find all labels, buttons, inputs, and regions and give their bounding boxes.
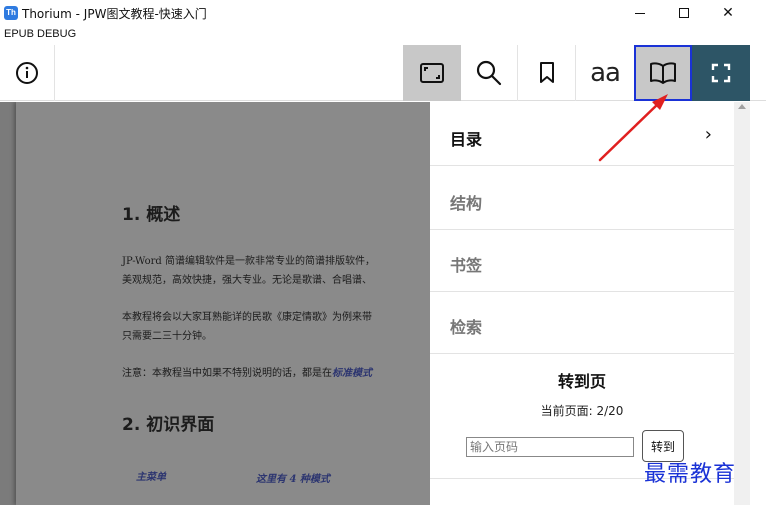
- search-icon: [476, 60, 502, 86]
- minimize-button[interactable]: [618, 0, 662, 26]
- fit-page-button[interactable]: [403, 45, 461, 101]
- paragraph-1-line-2: 美观规范，高效快捷，强大专业。无论是歌谱、合唱谱、: [122, 275, 372, 286]
- paragraph-3: 注意：本教程当中如果不特别说明的话，都是在标准模式: [122, 364, 372, 379]
- paragraph-1-line-1: JP-Word 简谱编辑软件是一款非常专业的简谱排版软件，: [122, 256, 376, 267]
- panel-item-label: 书签: [450, 256, 483, 275]
- window-title: Thorium - JPW图文教程-快速入门: [22, 7, 207, 21]
- page-number-input[interactable]: [466, 437, 634, 457]
- section-2-heading: 2. 初识界面: [122, 415, 215, 435]
- thorium-app-icon: Th: [4, 6, 18, 20]
- close-icon: ✕: [722, 5, 734, 21]
- paragraph-3-text: 注意：本教程当中如果不特别说明的话，都是在: [122, 368, 332, 379]
- paragraph-2-line-2: 只需要二三十分钟。: [122, 331, 212, 342]
- panel-item-label: 结构: [450, 194, 483, 213]
- document-page: 1. 概述 JP-Word 简谱编辑软件是一款非常专业的简谱排版软件， 美观规范…: [16, 102, 430, 505]
- bookmark-icon: [539, 62, 554, 83]
- info-button[interactable]: [0, 45, 55, 101]
- watermark-text: 最需教育: [644, 462, 737, 487]
- title-bar: Th Thorium - JPW图文教程-快速入门 ✕: [0, 0, 766, 26]
- caption-main-menu: 主菜单: [136, 472, 166, 483]
- goto-page-title: 转到页: [557, 372, 606, 391]
- navigation-panel: 目录 › 结构 书签 检索 转到页 当前页面: 2/20 转到: [430, 102, 734, 505]
- fit-page-icon: [420, 63, 444, 83]
- epub-debug-menu[interactable]: EPUB DEBUG: [4, 28, 76, 40]
- search-button[interactable]: [461, 45, 518, 101]
- scroll-up-arrow-icon[interactable]: [738, 104, 746, 109]
- fullscreen-icon: [711, 63, 731, 83]
- bookmark-button[interactable]: [518, 45, 576, 101]
- maximize-icon: [679, 8, 689, 18]
- current-page-indicator: 当前页面: 2/20: [540, 404, 624, 418]
- section-1-heading: 1. 概述: [122, 205, 181, 225]
- panel-item-search[interactable]: 检索: [430, 292, 734, 354]
- annotation-arrow-icon: [598, 94, 668, 162]
- fullscreen-button[interactable]: [692, 45, 750, 101]
- close-button[interactable]: ✕: [706, 0, 750, 26]
- panel-item-structure[interactable]: 结构: [430, 168, 734, 230]
- paragraph-2-line-1: 本教程将会以大家耳熟能详的民歌《康定情歌》为例来带: [122, 312, 372, 323]
- panel-item-toc[interactable]: 目录 ›: [430, 104, 734, 166]
- right-gutter: [750, 102, 766, 505]
- reader-view[interactable]: 1. 概述 JP-Word 简谱编辑软件是一款非常专业的简谱排版软件， 美观规范…: [0, 102, 430, 505]
- caption-modes: 这里有 4 种模式: [256, 474, 330, 485]
- info-icon: [16, 62, 38, 84]
- panel-item-label: 目录: [450, 130, 483, 149]
- panel-item-bookmarks[interactable]: 书签: [430, 230, 734, 292]
- maximize-button[interactable]: [662, 0, 706, 26]
- book-open-icon: [650, 62, 676, 84]
- font-settings-label: aa: [590, 58, 621, 88]
- paragraph-3-emphasis: 标准模式: [332, 368, 372, 379]
- panel-item-label: 检索: [450, 318, 483, 337]
- chevron-right-icon: ›: [704, 124, 712, 145]
- minimize-icon: [635, 12, 645, 14]
- panel-scrollbar[interactable]: [734, 102, 750, 505]
